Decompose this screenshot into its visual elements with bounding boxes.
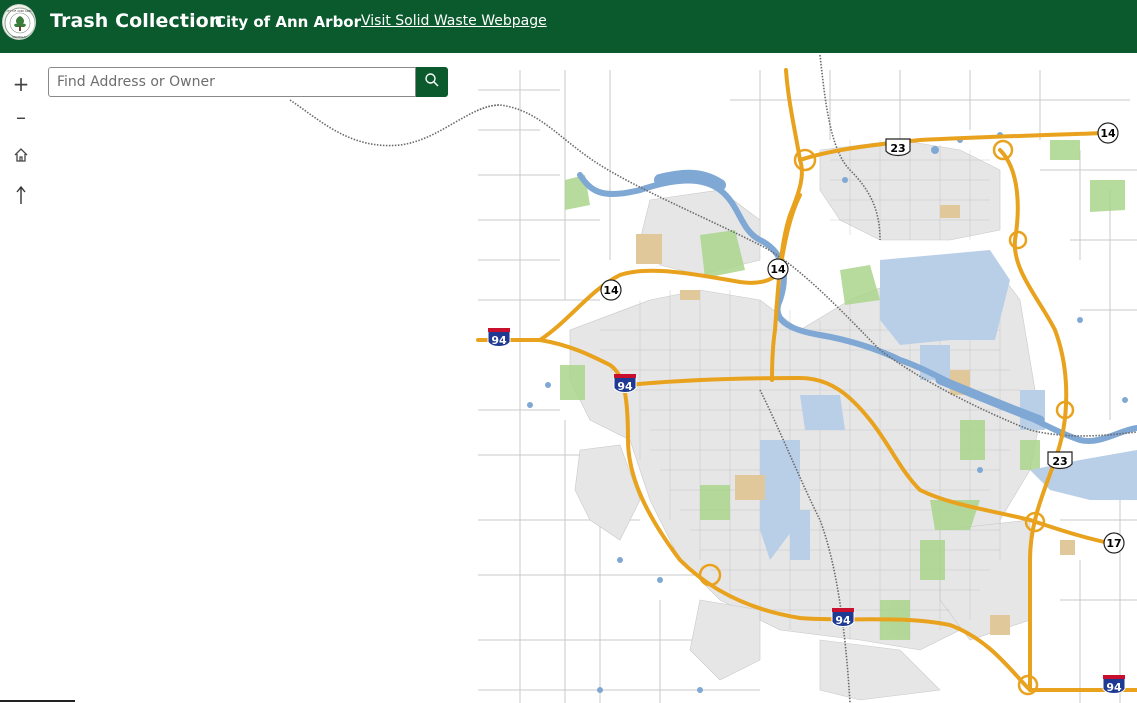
city-seal-logo: CITY OF ANN ARBOR MICHIGAN	[2, 4, 36, 40]
svg-text:23: 23	[890, 142, 905, 155]
svg-text:94: 94	[491, 334, 507, 347]
svg-text:17: 17	[1106, 537, 1121, 550]
route-14-shield-center: 14	[767, 258, 789, 280]
svg-text:94: 94	[835, 614, 851, 627]
zoom-out-button[interactable]: –	[5, 101, 37, 133]
i-94-shield-center: 94	[613, 374, 637, 393]
i-94-shield-south: 94	[831, 608, 855, 627]
home-icon	[13, 147, 29, 168]
search-input[interactable]	[48, 67, 416, 97]
compass-button[interactable]	[5, 181, 37, 213]
route-17-shield: 17	[1103, 532, 1125, 554]
svg-text:94: 94	[1106, 681, 1122, 694]
i-94-shield-west: 94	[487, 328, 511, 347]
svg-text:CITY OF ANN ARBOR: CITY OF ANN ARBOR	[5, 9, 36, 13]
compass-arrow-icon	[13, 185, 29, 210]
zoom-in-button[interactable]: +	[5, 68, 37, 100]
search-button[interactable]	[416, 67, 448, 97]
us-23-shield-east: 23	[1047, 451, 1073, 470]
i-94-shield-se: 94	[1102, 675, 1126, 694]
scale-bar	[0, 700, 75, 702]
app-title: Trash Collection	[50, 10, 223, 32]
svg-text:23: 23	[1052, 455, 1067, 468]
route-14-shield-west: 14	[600, 279, 622, 301]
svg-text:14: 14	[770, 263, 786, 276]
home-button[interactable]	[5, 141, 37, 173]
us-23-shield-north: 23	[885, 138, 911, 157]
app-header: CITY OF ANN ARBOR MICHIGAN Trash Collect…	[0, 0, 1137, 53]
org-name: City of Ann Arbor	[215, 13, 362, 31]
search-icon	[424, 72, 440, 93]
svg-text:MICHIGAN: MICHIGAN	[12, 35, 27, 39]
svg-text:14: 14	[1100, 127, 1116, 140]
svg-text:14: 14	[603, 284, 619, 297]
svg-text:94: 94	[617, 380, 633, 393]
solid-waste-link[interactable]: Visit Solid Waste Webpage	[361, 13, 547, 29]
route-14-shield-ne: 14	[1097, 122, 1119, 144]
map-view[interactable]: 14 14 14 17 23 23 94 94 94 94 + – Find A…	[0, 53, 1137, 703]
basemap: 14 14 14 17 23 23 94 94 94 94	[0, 53, 1137, 703]
